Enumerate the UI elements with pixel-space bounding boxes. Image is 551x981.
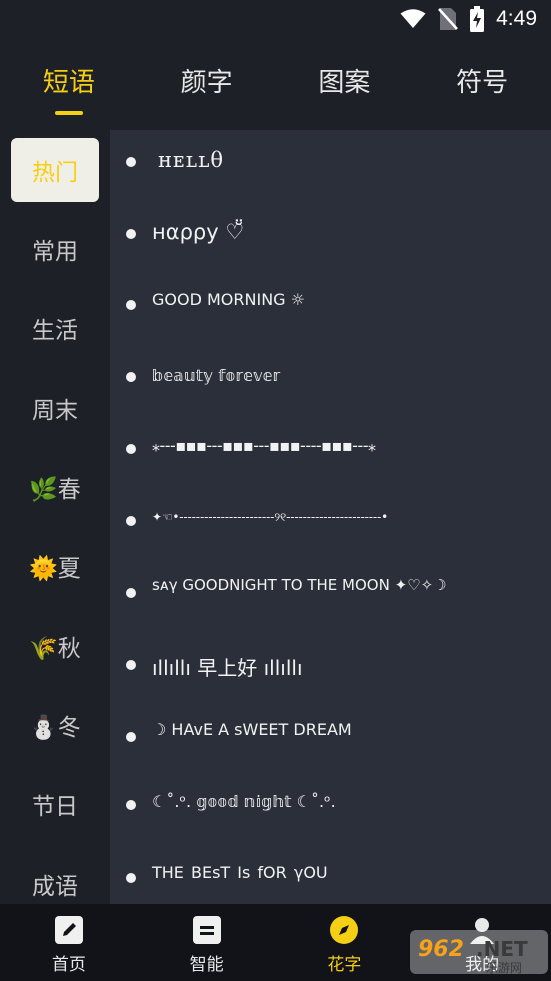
equals-icon: [192, 916, 221, 944]
nav-label: 智能: [189, 955, 224, 975]
pencil-icon: [54, 916, 83, 944]
sidebar-item-summer[interactable]: 🌞夏: [11, 534, 99, 598]
sidebar-item-label: 生活: [32, 318, 78, 344]
bullet-dot: [126, 660, 136, 670]
bullet-dot: [126, 873, 136, 883]
list-item[interactable]: ☾˚.ᵒ. 𝕘𝕠𝕠𝕕 𝕟𝕚𝕘𝕙𝕥 ☾˚.ᵒ.: [110, 778, 551, 850]
sidebar-item-festival[interactable]: 节日: [11, 772, 99, 836]
status-time: 4:49: [496, 7, 537, 30]
bullet-dot: [126, 732, 136, 742]
tab-symbols[interactable]: 符号: [413, 55, 551, 117]
nav-fancy-text[interactable]: 花字: [276, 904, 414, 981]
phrase-text: ☾˚.ᵒ. 𝕘𝕠𝕠𝕕 𝕟𝕚𝕘𝕙𝕥 ☾˚.ᵒ.: [152, 792, 336, 811]
nav-home[interactable]: 首页: [0, 904, 138, 981]
sidebar-item-label: 周末: [32, 398, 78, 424]
sidebar-item-label: 成语: [32, 874, 78, 900]
bullet-dot: [126, 444, 136, 454]
sidebar-item-label: 节日: [32, 794, 78, 820]
list-item[interactable]: ʜᴇʟʟθ: [110, 130, 551, 202]
status-bar: 4:49: [0, 0, 551, 38]
sidebar: 热门 常用 生活 周末 🌿春 🌞夏 🌾秋 ⛄冬 节日 成语: [0, 130, 110, 904]
sidebar-item-label: 常用: [32, 239, 78, 265]
phrase-text: ʜᴇʟʟθ: [158, 148, 225, 172]
sidebar-item-weekend[interactable]: 周末: [11, 376, 99, 440]
tab-label: 颜字: [180, 68, 233, 98]
phrase-text: THE BEsT Is fOR γOU: [152, 863, 328, 882]
top-tabs: 短语 颜字 图案 符号: [0, 55, 551, 117]
status-icons: 4:49: [400, 5, 537, 33]
phrase-text: 𝕓𝕖𝕒𝕦𝕥𝕪 𝕗𝕠𝕣𝕖𝕧𝕖𝕣: [152, 366, 281, 385]
bullet-dot: [126, 229, 136, 239]
list-item[interactable]: ☽ HAvE A sWEET DREAM: [110, 706, 551, 778]
bullet-dot: [126, 157, 136, 167]
list-item[interactable]: ✦☜•-----------------------୨୧------------…: [110, 490, 551, 562]
bullet-dot: [126, 800, 136, 810]
sidebar-item-label: 🌿春: [29, 477, 81, 503]
wifi-icon: [400, 9, 426, 28]
nav-label: 首页: [51, 955, 86, 975]
svg-text:962: 962: [418, 937, 464, 962]
tab-patterns[interactable]: 图案: [276, 55, 414, 117]
tab-label: 图案: [318, 68, 371, 98]
phrase-text: GOOD MORNING ☼: [152, 290, 305, 309]
sidebar-item-label: ⛄冬: [29, 715, 81, 741]
phrase-text: ⁎---▪▪▪---▪▪▪---▪▪▪----▪▪▪---⁎: [152, 436, 376, 455]
tab-kaomoji[interactable]: 颜字: [138, 55, 276, 117]
sidebar-item-label: 🌞夏: [29, 556, 81, 582]
sidebar-item-idiom[interactable]: 成语: [11, 852, 99, 904]
list-item[interactable]: нαρρу ♡̆̈: [110, 202, 551, 274]
phrase-text: ıllıllı 早上好 ıllıllı: [152, 656, 303, 680]
tab-phrases[interactable]: 短语: [0, 55, 138, 117]
list-item[interactable]: GOOD MORNING ☼: [110, 274, 551, 346]
tab-label: 短语: [42, 68, 95, 98]
nav-smart[interactable]: 智能: [138, 904, 276, 981]
phrase-text: sᴀγ GOODNIGHT TO THE MOON ✦♡✧☽: [152, 576, 447, 594]
nav-label: 花字: [327, 955, 362, 975]
tab-label: 符号: [456, 68, 509, 98]
phrase-text: нαρρу ♡̆̈: [152, 220, 245, 244]
compass-icon: [330, 916, 359, 944]
list-item[interactable]: THE BEsT Is fOR γOU: [110, 850, 551, 904]
sidebar-item-autumn[interactable]: 🌾秋: [11, 614, 99, 678]
sidebar-item-winter[interactable]: ⛄冬: [11, 693, 99, 757]
sidebar-item-label: 🌾秋: [29, 636, 81, 662]
phrase-list: ʜᴇʟʟθ нαρρу ♡̆̈ GOOD MORNING ☼ 𝕓𝕖𝕒𝕦𝕥𝕪 𝕗𝕠…: [110, 130, 551, 904]
tab-active-indicator: [54, 111, 83, 115]
battery-charging-icon: [470, 6, 485, 32]
svg-text:.NET: .NET: [476, 937, 528, 961]
bullet-dot: [126, 588, 136, 598]
list-item[interactable]: 𝕓𝕖𝕒𝕦𝕥𝕪 𝕗𝕠𝕣𝕖𝕧𝕖𝕣: [110, 346, 551, 418]
list-item[interactable]: ıllıllı 早上好 ıllıllı: [110, 634, 551, 706]
watermark-logo: 962 .NET 乐游网: [410, 930, 548, 975]
sidebar-item-life[interactable]: 生活: [11, 296, 99, 360]
list-item[interactable]: ⁎---▪▪▪---▪▪▪---▪▪▪----▪▪▪---⁎: [110, 418, 551, 490]
bullet-dot: [126, 300, 136, 310]
phrase-text: ✦☜•-----------------------୨୧------------…: [152, 510, 388, 524]
sidebar-item-spring[interactable]: 🌿春: [11, 455, 99, 519]
sidebar-item-label: 热门: [32, 160, 78, 186]
sidebar-item-hot[interactable]: 热门: [11, 138, 99, 202]
svg-text:乐游网: 乐游网: [486, 961, 522, 975]
phrase-text: ☽ HAvE A sWEET DREAM: [152, 720, 352, 739]
bullet-dot: [126, 516, 136, 526]
sidebar-item-common[interactable]: 常用: [11, 217, 99, 281]
list-item[interactable]: sᴀγ GOODNIGHT TO THE MOON ✦♡✧☽: [110, 562, 551, 634]
bullet-dot: [126, 372, 136, 382]
no-sim-icon: [438, 8, 459, 30]
